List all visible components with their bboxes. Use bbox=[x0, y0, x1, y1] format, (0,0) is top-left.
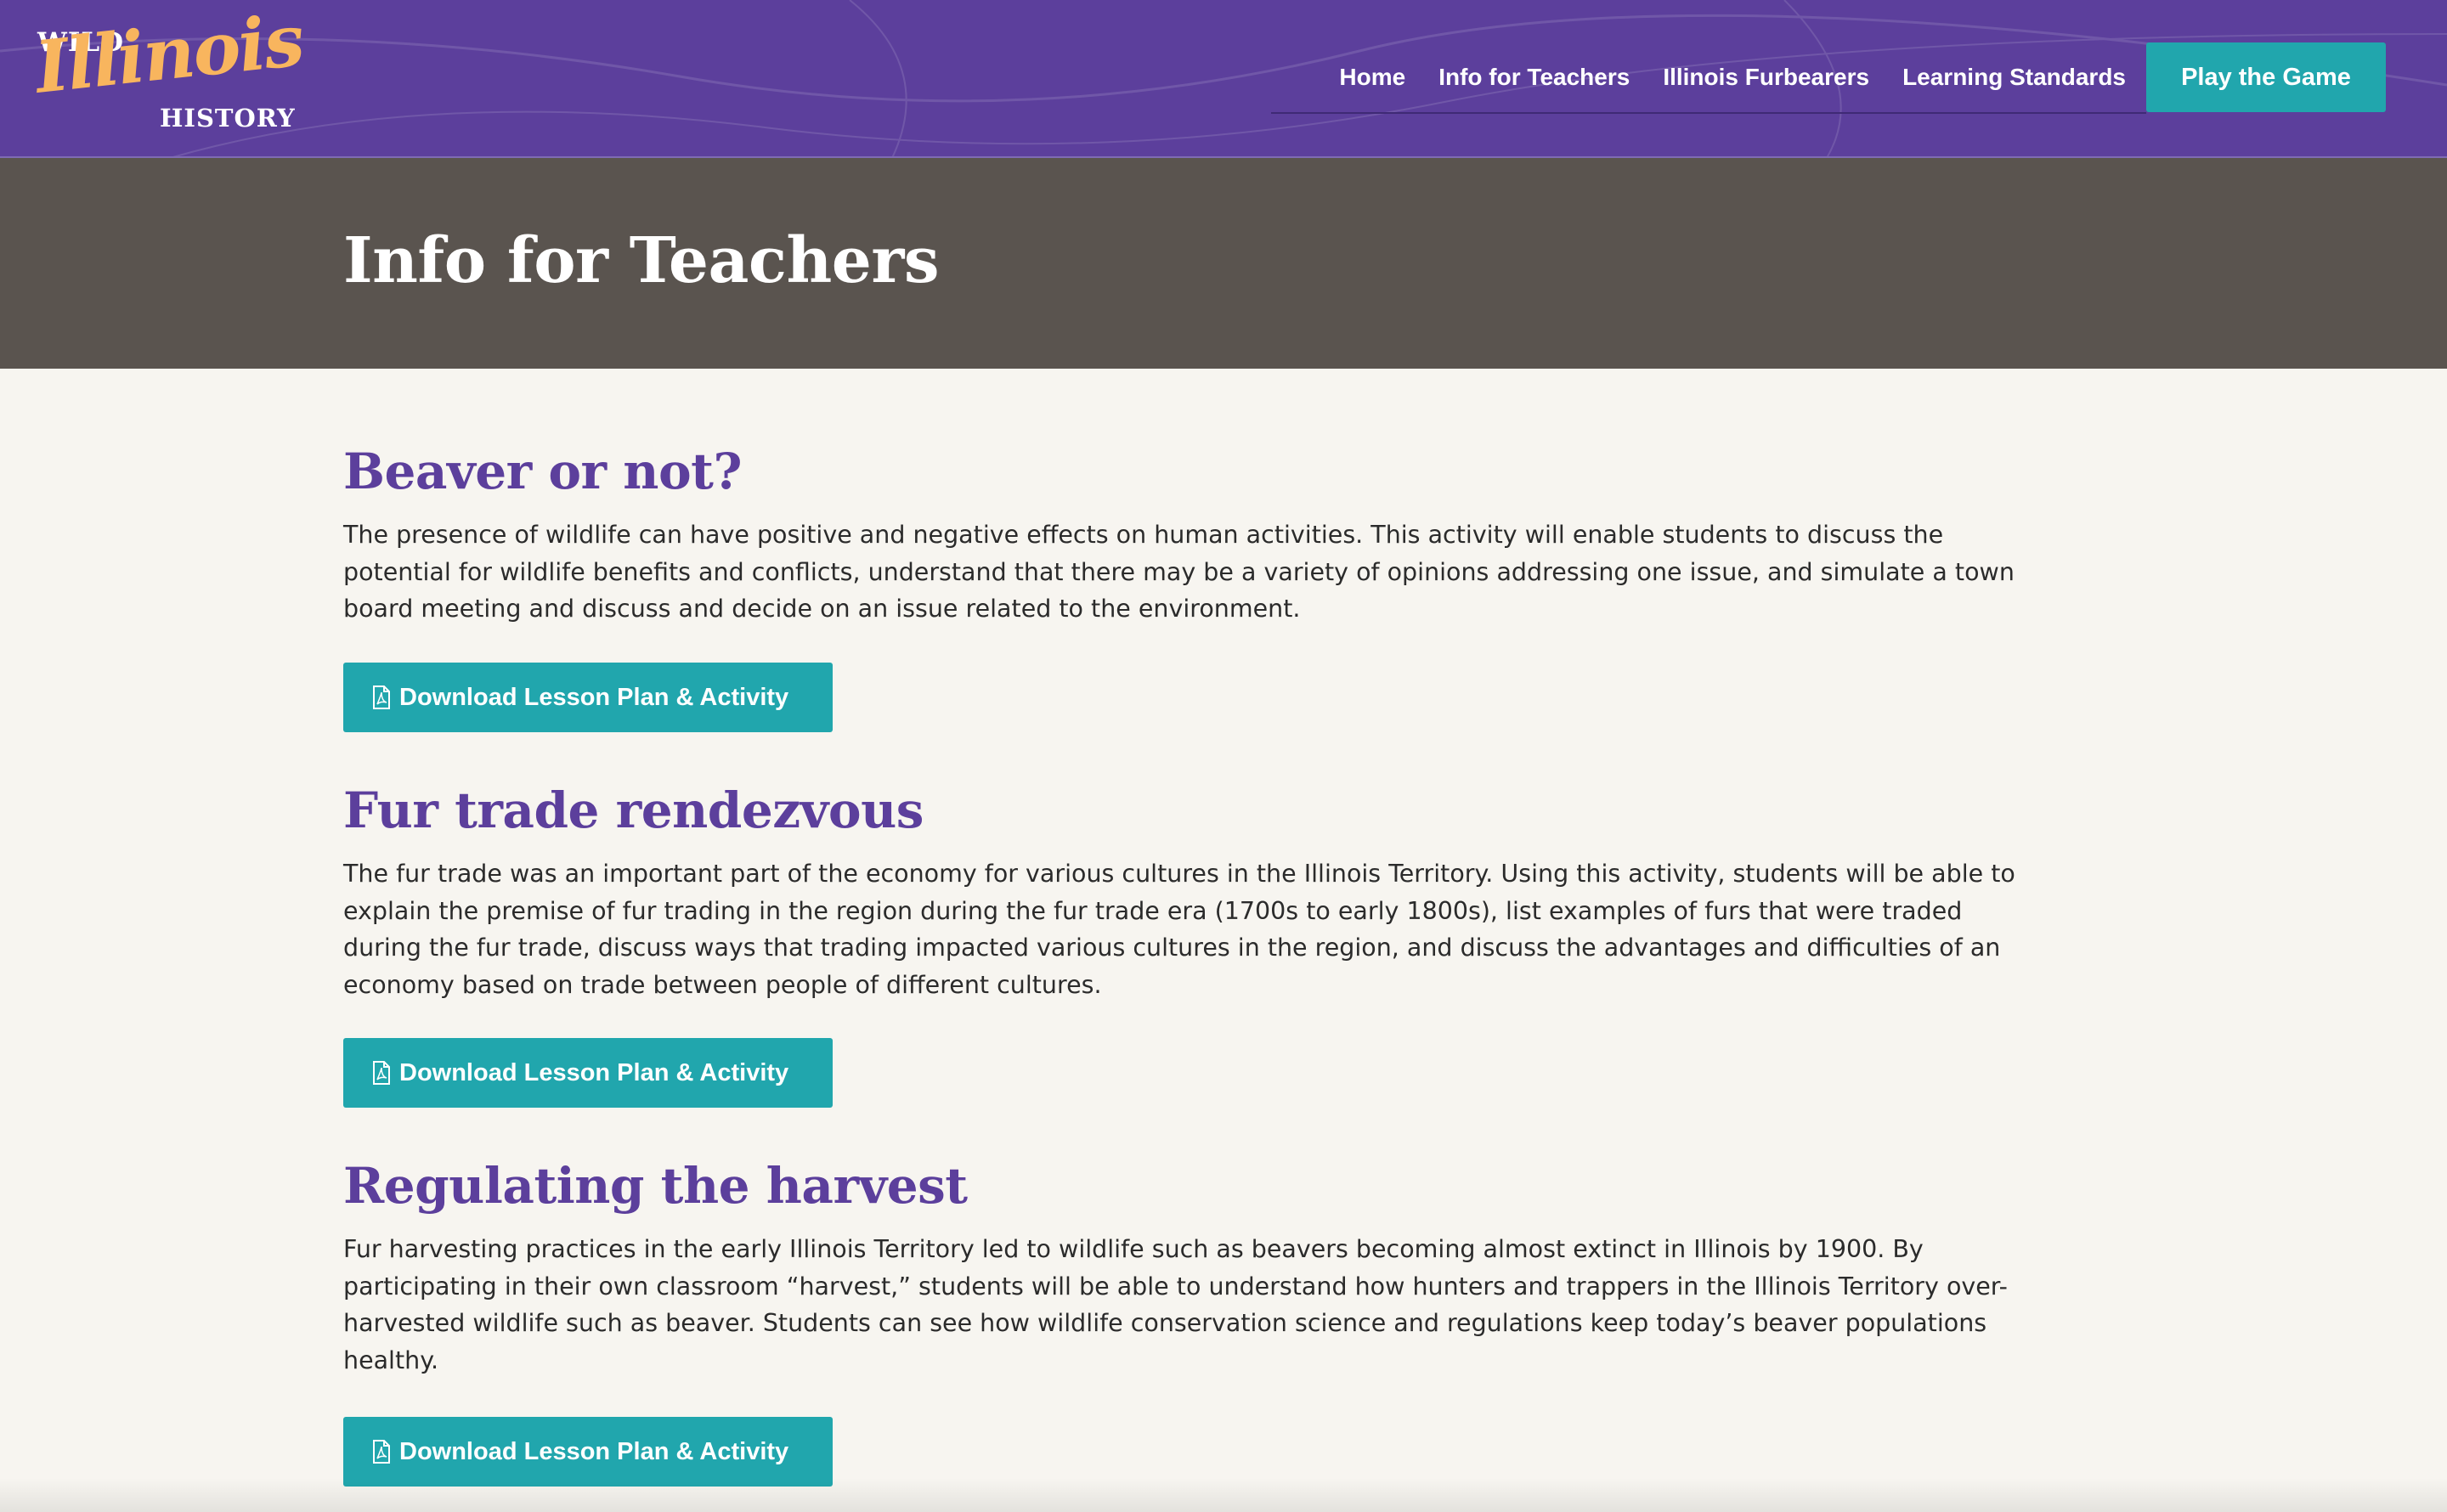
pdf-file-icon bbox=[373, 1440, 390, 1464]
pdf-file-icon bbox=[373, 685, 390, 709]
download-button-label: Download Lesson Plan & Activity bbox=[399, 683, 789, 711]
download-lesson-plan-button[interactable]: Download Lesson Plan & Activity bbox=[343, 663, 833, 732]
download-lesson-plan-button[interactable]: Download Lesson Plan & Activity bbox=[343, 1417, 833, 1487]
site-header: WILD Illinois HISTORY Home Info for Teac… bbox=[0, 0, 2447, 158]
section-title: Regulating the harvest bbox=[343, 1157, 968, 1215]
download-button-label: Download Lesson Plan & Activity bbox=[399, 1058, 789, 1086]
main-nav: Home Info for Teachers Illinois Furbeare… bbox=[1306, 42, 2386, 112]
nav-info-for-teachers[interactable]: Info for Teachers bbox=[1438, 64, 1630, 91]
page-hero: Info for Teachers bbox=[0, 158, 2447, 369]
lesson-section: Fur trade rendezvous The fur trade was a… bbox=[343, 786, 2043, 1003]
bottom-edge-shadow bbox=[0, 1478, 2447, 1512]
lesson-section: Beaver or not? The presence of wildlife … bbox=[343, 447, 2043, 628]
section-description: The presence of wildlife can have positi… bbox=[343, 521, 2015, 623]
nav-underline bbox=[1271, 112, 2146, 114]
nav-illinois-furbearers[interactable]: Illinois Furbearers bbox=[1663, 64, 1869, 91]
section-title: Beaver or not? bbox=[343, 443, 742, 500]
nav-home[interactable]: Home bbox=[1339, 64, 1405, 91]
pdf-file-icon bbox=[373, 1061, 390, 1085]
lesson-section: Regulating the harvest Fur harvesting pr… bbox=[343, 1161, 2043, 1379]
page-title: Info for Teachers bbox=[343, 224, 940, 297]
section-description: Fur harvesting practices in the early Il… bbox=[343, 1235, 2008, 1374]
download-lesson-plan-button[interactable]: Download Lesson Plan & Activity bbox=[343, 1038, 833, 1108]
section-title: Fur trade rendezvous bbox=[343, 781, 924, 839]
download-button-label: Download Lesson Plan & Activity bbox=[399, 1437, 789, 1465]
logo-history-text: HISTORY bbox=[160, 104, 296, 133]
site-logo[interactable]: WILD Illinois HISTORY bbox=[31, 0, 325, 146]
play-the-game-button[interactable]: Play the Game bbox=[2146, 42, 2386, 112]
section-description: The fur trade was an important part of t… bbox=[343, 860, 2015, 999]
nav-learning-standards[interactable]: Learning Standards bbox=[1902, 64, 2126, 91]
